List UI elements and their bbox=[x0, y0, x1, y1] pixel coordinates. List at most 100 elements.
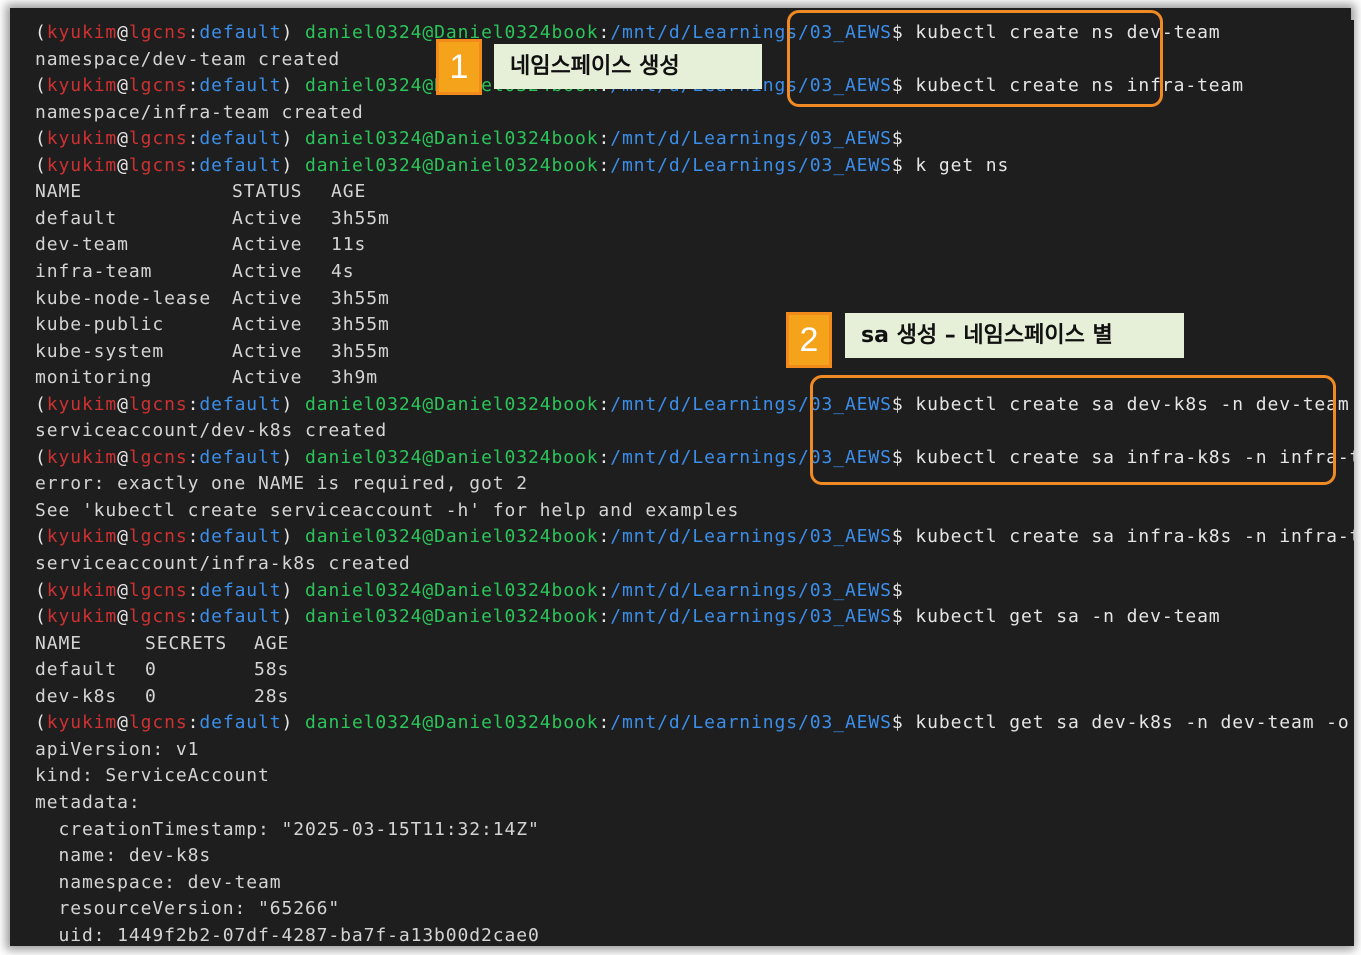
prompt-paren: ( bbox=[35, 446, 47, 468]
prompt-paren: ( bbox=[35, 22, 47, 43]
table-cell: STATUS bbox=[232, 181, 303, 203]
prompt-user: kyukim bbox=[46, 75, 118, 97]
prompt-colon: : bbox=[187, 75, 200, 97]
table-cell: kube-node-lease bbox=[35, 287, 212, 309]
table-cell: monitoring bbox=[35, 367, 153, 389]
annotation-badge-2: 2 bbox=[786, 312, 832, 368]
prompt-user: kyukim bbox=[46, 526, 118, 548]
prompt-context: default bbox=[199, 579, 282, 601]
prompt-host: lgcns bbox=[128, 22, 188, 43]
prompt-user: kyukim bbox=[46, 154, 118, 176]
prompt-path: /mnt/d/Learnings/03_AEWS bbox=[610, 712, 892, 734]
output-line: creationTimestamp: "2025-03-15T11:32:14Z… bbox=[35, 818, 540, 840]
prompt-host: lgcns bbox=[128, 606, 188, 628]
table-cell: Active bbox=[232, 207, 303, 229]
prompt-colon: : bbox=[187, 128, 200, 150]
table-cell: 3h9m bbox=[331, 367, 378, 389]
prompt-dollar: $ bbox=[891, 128, 904, 150]
prompt-at: @ bbox=[117, 75, 129, 97]
prompt-paren: ) bbox=[281, 75, 306, 97]
prompt-context: default bbox=[199, 75, 282, 97]
output-line: resourceVersion: "65266" bbox=[35, 898, 341, 920]
annotation-label-2: sa 생성 – 네임스페이스 별 bbox=[845, 313, 1184, 358]
prompt-at: @ bbox=[117, 22, 129, 43]
prompt-paren: ) bbox=[281, 579, 306, 601]
annotation-box-2 bbox=[810, 375, 1336, 485]
prompt-context: default bbox=[199, 128, 282, 150]
output-line: apiVersion: v1 bbox=[35, 738, 200, 760]
prompt-paren: ( bbox=[35, 128, 47, 150]
prompt-paren: ( bbox=[35, 154, 47, 176]
table-cell: Active bbox=[232, 234, 303, 256]
prompt-userhost: daniel0324@Daniel0324book bbox=[305, 446, 599, 468]
prompt-paren: ( bbox=[35, 606, 47, 628]
output-line: namespace: dev-team bbox=[35, 871, 282, 893]
table-cell: 0 bbox=[145, 659, 157, 681]
prompt-user: kyukim bbox=[46, 579, 118, 601]
prompt-at: @ bbox=[117, 393, 129, 415]
prompt-line: (kyukim@lgcns:default) daniel0324@Daniel… bbox=[35, 153, 1009, 179]
table-cell: 3h55m bbox=[331, 314, 390, 336]
prompt-paren: ) bbox=[281, 712, 306, 734]
prompt-user: kyukim bbox=[46, 128, 118, 150]
table-cell: 11s bbox=[331, 234, 367, 256]
table-cell: NAME bbox=[35, 181, 82, 203]
prompt-user: kyukim bbox=[46, 606, 118, 628]
command-text: kubectl get sa dev-k8s -n dev-team -o ya… bbox=[915, 712, 1350, 734]
prompt-host: lgcns bbox=[128, 712, 188, 734]
prompt-paren: ) bbox=[281, 22, 306, 43]
prompt-dollar: $ bbox=[891, 526, 904, 548]
table-cell: AGE bbox=[254, 632, 290, 654]
table-cell: SECRETS bbox=[145, 632, 228, 654]
prompt-host: lgcns bbox=[128, 526, 188, 548]
prompt-dollar: $ bbox=[891, 606, 904, 628]
prompt-at: @ bbox=[117, 446, 129, 468]
prompt-at: @ bbox=[117, 606, 129, 628]
prompt-line: (kyukim@lgcns:default) daniel0324@Daniel… bbox=[35, 710, 1354, 736]
table-cell: dev-team bbox=[35, 234, 129, 256]
prompt-dollar: $ bbox=[891, 712, 904, 734]
prompt-host: lgcns bbox=[128, 393, 188, 415]
table-cell: NAME bbox=[35, 632, 82, 654]
table-cell: 0 bbox=[145, 685, 157, 707]
prompt-colon: : bbox=[187, 712, 200, 734]
table-cell: default bbox=[35, 207, 118, 229]
prompt-context: default bbox=[199, 712, 282, 734]
prompt-colon: : bbox=[598, 128, 611, 150]
output-line: metadata: bbox=[35, 791, 141, 813]
prompt-user: kyukim bbox=[46, 22, 118, 43]
prompt-host: lgcns bbox=[128, 75, 188, 97]
command-text: k get ns bbox=[903, 154, 1010, 176]
command-text: kubectl get sa -n dev-team bbox=[903, 606, 1221, 628]
prompt-line: (kyukim@lgcns:default) daniel0324@Daniel… bbox=[35, 578, 904, 604]
prompt-colon: : bbox=[598, 712, 611, 734]
prompt-colon: : bbox=[598, 393, 611, 415]
prompt-user: kyukim bbox=[46, 393, 118, 415]
prompt-userhost: daniel0324@Daniel0324book bbox=[305, 526, 599, 548]
prompt-host: lgcns bbox=[128, 446, 188, 468]
output-line: serviceaccount/dev-k8s created bbox=[35, 420, 388, 442]
prompt-at: @ bbox=[117, 526, 129, 548]
table-cell: kube-public bbox=[35, 314, 165, 336]
prompt-colon: : bbox=[187, 446, 200, 468]
prompt-context: default bbox=[199, 446, 282, 468]
table-cell: AGE bbox=[331, 181, 367, 203]
prompt-paren: ) bbox=[281, 446, 306, 468]
prompt-context: default bbox=[199, 22, 282, 43]
table-cell: 4s bbox=[331, 260, 355, 282]
prompt-colon: : bbox=[187, 22, 200, 43]
prompt-paren: ) bbox=[281, 526, 306, 548]
prompt-colon: : bbox=[187, 606, 200, 628]
prompt-colon: : bbox=[187, 526, 200, 548]
output-line: namespace/dev-team created bbox=[35, 48, 341, 70]
prompt-colon: : bbox=[598, 526, 611, 548]
output-line: See 'kubectl create serviceaccount -h' f… bbox=[35, 499, 740, 521]
output-line: uid: 1449f2b2-07df-4287-ba7f-a13b00d2cae… bbox=[35, 924, 540, 946]
prompt-user: kyukim bbox=[46, 446, 118, 468]
table-cell: 3h55m bbox=[331, 207, 390, 229]
prompt-userhost: daniel0324@Daniel0324book bbox=[305, 128, 599, 150]
output-line: namespace/infra-team created bbox=[35, 101, 364, 123]
prompt-colon: : bbox=[187, 393, 200, 415]
prompt-colon: : bbox=[598, 22, 611, 43]
prompt-context: default bbox=[199, 526, 282, 548]
